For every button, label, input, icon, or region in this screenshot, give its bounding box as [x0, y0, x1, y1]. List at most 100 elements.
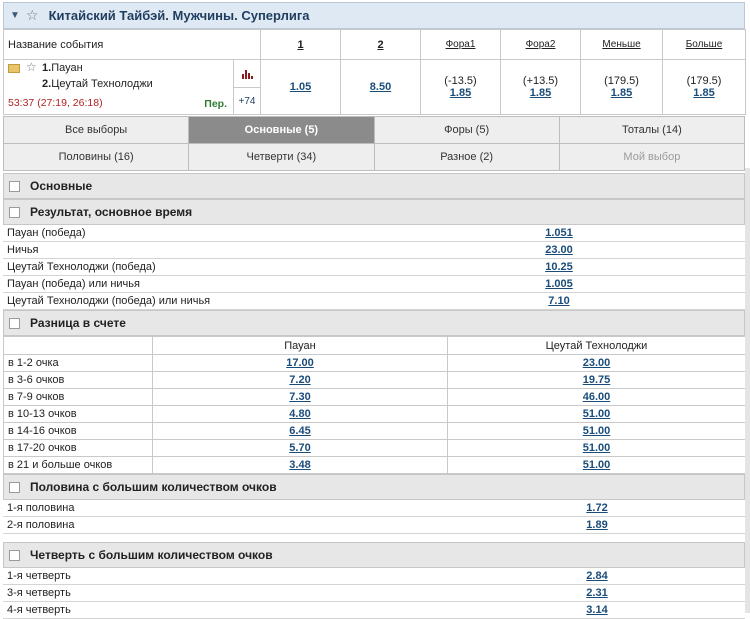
row-label: 2-я половина: [3, 516, 449, 534]
odd-cell[interactable]: 3.48: [152, 456, 448, 474]
odd-cell[interactable]: 17.00: [152, 354, 448, 372]
odd-cell[interactable]: 5.70: [152, 439, 448, 457]
odd-cell[interactable]: 7.30: [152, 388, 448, 406]
odd-cell[interactable]: 1.89: [449, 516, 745, 534]
tab-main[interactable]: Основные (5): [188, 116, 375, 144]
odd-cell[interactable]: 51.00: [447, 439, 746, 457]
odd-cell[interactable]: 51.00: [447, 405, 746, 423]
table-row: 2-я половина 1.89: [3, 516, 745, 534]
column-header-over[interactable]: Больше: [662, 29, 746, 60]
section-main-header[interactable]: Основные: [3, 173, 745, 199]
more-markets-button[interactable]: +74: [234, 88, 260, 114]
score-diff-table: Пауан Цеутай Технолоджи в 1-2 очка 17.00 2…: [3, 336, 746, 474]
table-row: в 10-13 очков 4.80 51.00: [3, 405, 746, 423]
odd-cell[interactable]: 10.25: [373, 258, 745, 276]
odd-over[interactable]: (179.5) 1.85: [662, 59, 746, 115]
row-label: в 17-20 очков: [3, 439, 153, 457]
odd-handicap1[interactable]: (-13.5) 1.85: [420, 59, 501, 115]
row-label: в 21 и больше очков: [3, 456, 153, 474]
row-label: Цеутай Технолоджи (победа): [3, 258, 373, 276]
odd-cell[interactable]: 1.005: [373, 275, 745, 293]
event-teams-cell[interactable]: ☆ 1.Пауан 2.Цеутай Технолоджи 53:37 (27:…: [3, 59, 234, 115]
table-row: в 14-16 очков 6.45 51.00: [3, 422, 746, 440]
table-row: Ничья 23.00: [3, 241, 745, 259]
column-header-2[interactable]: 2: [340, 29, 421, 60]
period-label: Пер.: [204, 98, 227, 110]
table-row: в 7-9 очков 7.30 46.00: [3, 388, 746, 406]
table-row: 1-я половина 1.72: [3, 500, 745, 517]
section-checkbox[interactable]: [9, 481, 20, 493]
tab-totals[interactable]: Тоталы (14): [558, 116, 746, 144]
odd-cell[interactable]: 51.00: [447, 456, 746, 474]
market-tabs: Все выборы Основные (5) Форы (5) Тоталы …: [2, 116, 746, 171]
row-label: 4-я четверть: [3, 601, 449, 619]
section-checkbox[interactable]: [9, 549, 20, 561]
scrollbar[interactable]: [745, 168, 750, 613]
odd-cell[interactable]: 19.75: [447, 371, 746, 389]
column-header-team2: Цеутай Технолоджи: [447, 336, 746, 355]
tab-quarters[interactable]: Четверти (34): [188, 143, 375, 171]
tab-my-selection[interactable]: Мой выбор: [558, 143, 746, 171]
league-header[interactable]: ▼ ☆ Китайский Тайбэй. Мужчины. Суперлига: [3, 2, 745, 29]
section-title: Результат, основное время: [30, 205, 193, 219]
event-favorite-star-icon[interactable]: ☆: [26, 60, 37, 74]
section-half-header[interactable]: Половина с большим количеством очков: [3, 474, 745, 500]
odd-cell[interactable]: 7.10: [373, 292, 745, 310]
odd-cell[interactable]: 1.72: [449, 500, 745, 517]
section-checkbox[interactable]: [9, 317, 20, 329]
table-row: в 1-2 очка 17.00 23.00: [3, 354, 746, 372]
odd-cell[interactable]: 6.45: [152, 422, 448, 440]
odd-win2[interactable]: 8.50: [340, 59, 421, 115]
chevron-down-icon[interactable]: ▼: [10, 10, 24, 21]
odd-cell[interactable]: 23.00: [373, 241, 745, 259]
table-row: в 3-6 очков 7.20 19.75: [3, 371, 746, 389]
table-row: Цеутай Технолоджи (победа) 10.25: [3, 258, 745, 276]
statistics-icon[interactable]: [234, 60, 260, 88]
odd-cell[interactable]: 51.00: [447, 422, 746, 440]
section-diff-header[interactable]: Разница в счете: [3, 310, 745, 336]
column-header-under[interactable]: Меньше: [580, 29, 663, 60]
row-label: Пауан (победа) или ничья: [3, 275, 373, 293]
table-row: 4-я четверть 3.14: [3, 601, 745, 619]
column-header-handicap1[interactable]: Фора1: [420, 29, 501, 60]
section-checkbox[interactable]: [9, 180, 20, 192]
odd-handicap2[interactable]: (+13.5) 1.85: [500, 59, 581, 115]
odd-cell[interactable]: 2.31: [449, 584, 745, 602]
quarter-table: 1-я четверть 2.84 3-я четверть 2.31 4-я че…: [3, 568, 745, 619]
odd-cell[interactable]: 7.20: [152, 371, 448, 389]
row-label: в 10-13 очков: [3, 405, 153, 423]
section-title: Четверть с большим количеством очков: [30, 548, 273, 562]
section-result-header[interactable]: Результат, основное время: [3, 199, 745, 225]
odd-cell[interactable]: 46.00: [447, 388, 746, 406]
event-side-cell: +74: [233, 59, 261, 115]
live-score: 53:37 (27:19, 26:18): [8, 97, 103, 109]
row-label: Цеутай Технолоджи (победа) или ничья: [3, 292, 373, 310]
tab-misc[interactable]: Разное (2): [373, 143, 560, 171]
odd-win1[interactable]: 1.05: [260, 59, 341, 115]
section-title: Разница в счете: [30, 316, 126, 330]
team1-name: 1.Пауан: [42, 62, 83, 74]
odd-cell[interactable]: 3.14: [449, 601, 745, 619]
section-checkbox[interactable]: [9, 206, 20, 218]
tab-all[interactable]: Все выборы: [2, 116, 190, 144]
row-label: Пауан (победа): [3, 225, 373, 242]
favorite-star-icon[interactable]: ☆: [26, 7, 39, 24]
odd-cell[interactable]: 2.84: [449, 568, 745, 585]
row-label: в 3-6 очков: [3, 371, 153, 389]
section-quarter-header[interactable]: Четверть с большим количеством очков: [3, 542, 745, 568]
odd-cell[interactable]: 1.051: [373, 225, 745, 242]
half-table: 1-я половина 1.72 2-я половина 1.89: [3, 500, 745, 534]
result-table: Пауан (победа) 1.051 Ничья 23.00 Цеутай Те…: [3, 225, 745, 310]
column-header-handicap2[interactable]: Фора2: [500, 29, 581, 60]
section-title: Половина с большим количеством очков: [30, 480, 277, 494]
tab-halves[interactable]: Половины (16): [2, 143, 190, 171]
odd-cell[interactable]: 4.80: [152, 405, 448, 423]
tab-handicaps[interactable]: Форы (5): [373, 116, 560, 144]
column-header-1[interactable]: 1: [260, 29, 341, 60]
live-video-icon[interactable]: [8, 64, 20, 73]
empty-header: [3, 336, 153, 355]
odd-cell[interactable]: 23.00: [447, 354, 746, 372]
odd-under[interactable]: (179.5) 1.85: [580, 59, 663, 115]
row-label: в 14-16 очков: [3, 422, 153, 440]
row-label: 3-я четверть: [3, 584, 449, 602]
